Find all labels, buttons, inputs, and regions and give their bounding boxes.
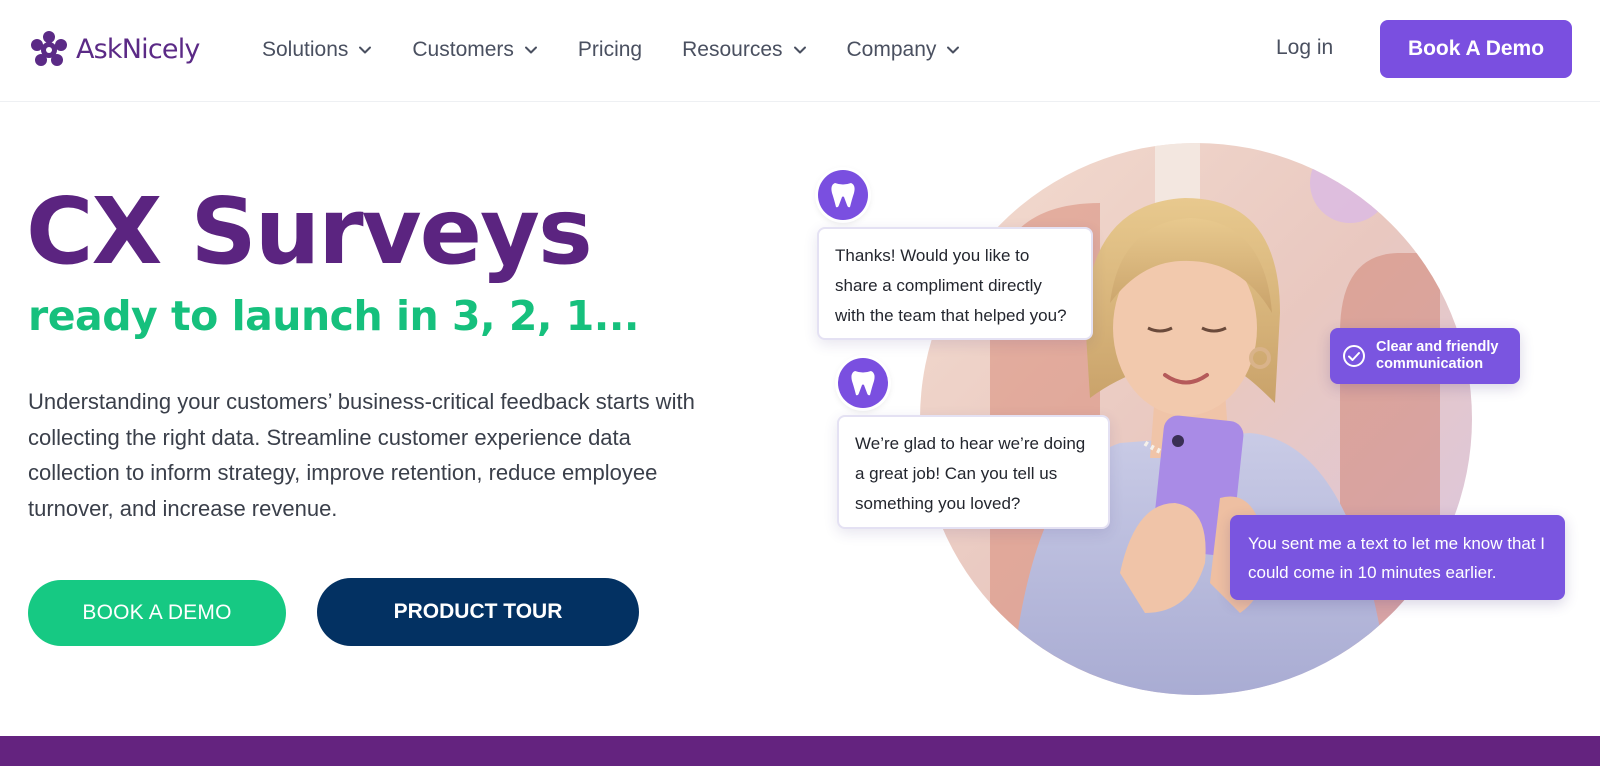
main-nav: Solutions Customers Pricing Resources Co… (262, 30, 1000, 70)
book-demo-button[interactable]: BOOK A DEMO (28, 580, 286, 646)
chat-bubble-compliment: Thanks! Would you like to share a compli… (817, 227, 1093, 340)
chip-label: Clear and friendly communication (1376, 339, 1499, 372)
hero-title: CX Surveys (26, 178, 593, 285)
customer-reply-bubble: You sent me a text to let me know that I… (1230, 515, 1565, 600)
book-demo-header-button[interactable]: Book A Demo (1380, 20, 1572, 78)
chevron-down-icon (524, 46, 537, 54)
nav-label: Customers (412, 38, 514, 61)
feedback-chip: Clear and friendly communication (1330, 328, 1520, 384)
login-link[interactable]: Log in (1276, 36, 1333, 60)
logo[interactable]: AskNicely (28, 28, 200, 70)
nav-label: Pricing (577, 38, 643, 61)
tooth-icon (851, 371, 875, 396)
hero-subtitle: ready to launch in 3, 2, 1... (28, 292, 639, 340)
product-tour-button[interactable]: PRODUCT TOUR (317, 578, 639, 646)
nav-label: Resources (682, 38, 783, 61)
nav-solutions[interactable]: Solutions (262, 38, 372, 62)
tooth-badge (818, 170, 868, 220)
tooth-badge (838, 358, 888, 408)
nav-resources[interactable]: Resources (682, 38, 806, 62)
section-band (0, 736, 1600, 766)
nav-company[interactable]: Company (847, 38, 961, 62)
chevron-down-icon (947, 46, 960, 54)
chevron-down-icon (359, 46, 372, 54)
nav-pricing[interactable]: Pricing (578, 38, 642, 62)
nav-label: Solutions (262, 38, 349, 61)
hero-description: Understanding your customers’ business-c… (28, 389, 695, 521)
nav-label: Company (846, 38, 937, 61)
nav-customers[interactable]: Customers (412, 38, 538, 62)
check-circle-icon (1343, 345, 1365, 367)
logo-text: AskNicely (76, 33, 200, 65)
site-header: AskNicely Solutions Customers Pricing Re… (0, 0, 1600, 102)
chevron-down-icon (793, 46, 806, 54)
tooth-icon (831, 183, 855, 208)
asknicely-logo-icon (31, 31, 67, 66)
chat-bubble-question: We’re glad to hear we’re doing a great j… (837, 415, 1110, 529)
